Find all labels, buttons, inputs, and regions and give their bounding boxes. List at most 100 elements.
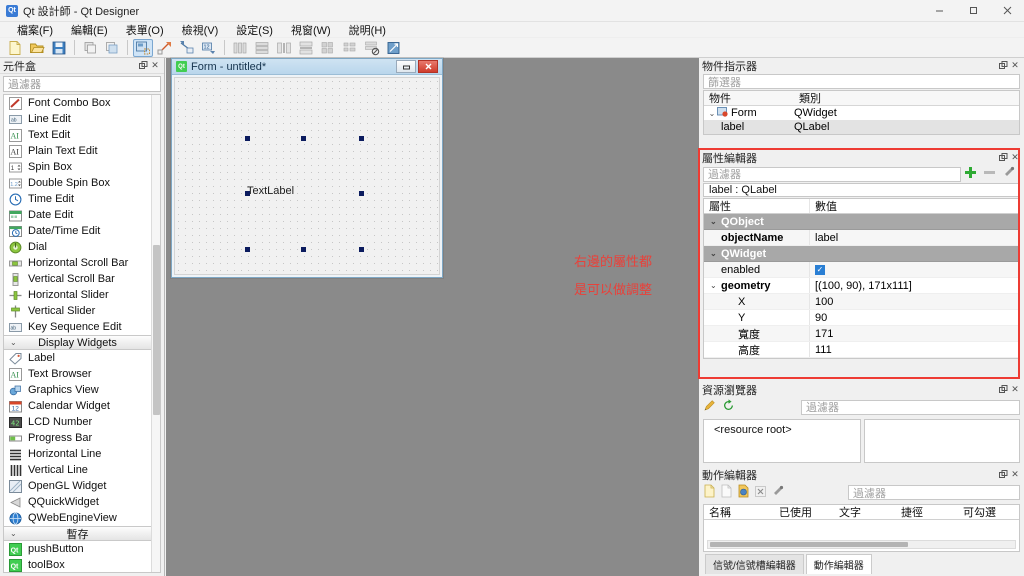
form-minimize-button[interactable] <box>396 60 416 73</box>
layout-splitter-vertical-icon[interactable] <box>296 39 316 57</box>
pencil-icon[interactable] <box>703 399 716 415</box>
widget-box-item[interactable]: AI Text Edit <box>4 127 151 143</box>
layout-grid-icon[interactable] <box>318 39 338 57</box>
float-icon[interactable] <box>997 152 1009 164</box>
open-form-icon[interactable] <box>27 39 47 57</box>
resize-handle-bottom-left[interactable] <box>245 247 250 252</box>
widget-box-item[interactable]: ab Key Sequence Edit <box>4 319 151 335</box>
resize-handle-top-center[interactable] <box>301 136 306 141</box>
resource-tree-pane[interactable]: <resource root> <box>703 419 861 463</box>
float-icon[interactable] <box>997 384 1009 396</box>
chevron-down-icon[interactable]: ⌄ <box>710 217 721 226</box>
plus-icon[interactable] <box>964 166 977 182</box>
property-row[interactable]: Y 90 <box>704 310 1019 326</box>
close-icon[interactable]: ✕ <box>1009 60 1021 72</box>
object-inspector-row[interactable]: ⌄ Form QWidget <box>704 106 1019 120</box>
widget-box-section-header[interactable]: ⌄ Display Widgets <box>4 335 151 350</box>
float-icon[interactable] <box>137 60 149 72</box>
form-title-bar[interactable]: Qt Form - untitled* <box>172 59 442 75</box>
property-row[interactable]: X 100 <box>704 294 1019 310</box>
property-row[interactable]: 高度 111 <box>704 342 1019 358</box>
widget-box-item[interactable]: Date/Time Edit <box>4 223 151 239</box>
widget-box-item[interactable]: AI Text Browser <box>4 366 151 382</box>
edit-action-icon[interactable] <box>771 485 784 501</box>
widget-box-scroll-thumb[interactable] <box>153 245 160 415</box>
action-editor-column-header[interactable]: 名稱 <box>704 505 774 519</box>
widget-box-item[interactable]: Qt toolBox <box>4 557 151 572</box>
property-group-row[interactable]: ⌄ QWidget <box>704 246 1019 262</box>
widget-box-item[interactable]: QQuickWidget <box>4 494 151 510</box>
form-close-button[interactable] <box>418 60 438 73</box>
save-form-icon[interactable] <box>49 39 69 57</box>
widget-box-scrollbar[interactable] <box>151 95 160 572</box>
menu-item-1[interactable]: 編輯(E) <box>62 21 117 39</box>
layout-horizontally-icon[interactable] <box>230 39 250 57</box>
enabled-checkbox[interactable]: ✓ <box>815 264 825 275</box>
menu-item-0[interactable]: 檔案(F) <box>8 21 62 39</box>
close-icon[interactable]: ✕ <box>149 60 161 72</box>
widget-box-item[interactable]: Vertical Slider <box>4 303 151 319</box>
redo-icon[interactable] <box>102 39 122 57</box>
resize-handle-bottom-center[interactable] <box>301 247 306 252</box>
widget-box-filter-input[interactable]: 過濾器 <box>3 76 161 92</box>
widget-box-item[interactable]: 1 Spin Box <box>4 159 151 175</box>
minus-icon[interactable] <box>983 166 996 182</box>
menu-item-4[interactable]: 設定(S) <box>227 21 282 39</box>
object-inspector-filter-input[interactable]: 篩選器 <box>703 74 1020 89</box>
action-editor-hscrollbar[interactable] <box>707 540 1016 549</box>
delete-action-icon[interactable] <box>754 485 767 501</box>
action-editor-hscroll-thumb[interactable] <box>710 542 908 547</box>
widget-box-item[interactable]: OpenGL Widget <box>4 478 151 494</box>
form-canvas-body[interactable]: TextLabel <box>174 77 440 275</box>
resize-handle-top-left[interactable] <box>245 136 250 141</box>
widget-box-item[interactable]: Vertical Scroll Bar <box>4 271 151 287</box>
resource-browser-filter-input[interactable]: 過濾器 <box>801 399 1020 415</box>
close-icon[interactable]: ✕ <box>1009 469 1021 481</box>
widget-box-item[interactable]: Vertical Line <box>4 462 151 478</box>
close-icon[interactable]: ✕ <box>1009 384 1021 396</box>
object-inspector-table[interactable]: 物件 類別 ⌄ Form QWidget label QLabel <box>703 90 1020 135</box>
action-editor-column-header[interactable]: 文字 <box>834 505 896 519</box>
widget-box-item[interactable]: Progress Bar <box>4 430 151 446</box>
widget-box-item[interactable]: Qt pushButton <box>4 541 151 557</box>
edit-buddies-icon[interactable] <box>177 39 197 57</box>
widget-box-item[interactable]: Horizontal Line <box>4 446 151 462</box>
property-row[interactable]: enabled ✓ <box>704 262 1019 278</box>
design-canvas[interactable]: Qt Form - untitled* TextLabel 右邊的屬性都 是可以… <box>166 58 699 576</box>
resource-root-item[interactable]: <resource root> <box>704 420 860 436</box>
property-group-row[interactable]: ⌄ QObject <box>704 214 1019 230</box>
widget-box-item[interactable]: ab Line Edit <box>4 111 151 127</box>
close-icon[interactable]: ✕ <box>1009 152 1021 164</box>
chevron-down-icon[interactable]: ⌄ <box>710 249 721 258</box>
widget-box-item[interactable]: 42 LCD Number <box>4 414 151 430</box>
widget-box-item[interactable]: Horizontal Slider <box>4 287 151 303</box>
form-textlabel[interactable]: TextLabel <box>247 185 294 197</box>
maximize-button[interactable] <box>956 0 990 22</box>
action-editor-table[interactable]: 名稱 已使用 文字 捷徑 可勾選 <box>703 504 1020 552</box>
resize-handle-top-right[interactable] <box>359 136 364 141</box>
float-icon[interactable] <box>997 60 1009 72</box>
resize-handle-middle-left[interactable] <box>245 191 250 196</box>
form-window[interactable]: Qt Form - untitled* TextLabel <box>171 58 443 278</box>
menu-item-6[interactable]: 說明(H) <box>340 21 395 39</box>
float-icon[interactable] <box>997 469 1009 481</box>
new-form-icon[interactable] <box>5 39 25 57</box>
action-editor-filter-input[interactable]: 過濾器 <box>848 485 1020 500</box>
property-editor-filter-input[interactable]: 過濾器 <box>703 166 961 182</box>
action-editor-column-header[interactable]: 可勾選 <box>958 505 1019 519</box>
property-editor-table[interactable]: 屬性 數值 ⌄ QObject objectName label ⌄ QWidget ena… <box>703 198 1020 359</box>
widget-box-item[interactable]: Time Edit <box>4 191 151 207</box>
menu-item-3[interactable]: 檢視(V) <box>173 21 228 39</box>
resize-handle-bottom-right[interactable] <box>359 247 364 252</box>
property-row[interactable]: objectName label <box>704 230 1019 246</box>
resize-handle-middle-right[interactable] <box>359 191 364 196</box>
dock-tab[interactable]: 動作編輯器 <box>805 554 872 574</box>
wrench-icon[interactable] <box>1002 166 1015 182</box>
new-action-icon[interactable] <box>703 484 716 501</box>
widget-box-item[interactable]: Horizontal Scroll Bar <box>4 255 151 271</box>
layout-splitter-horizontal-icon[interactable] <box>274 39 294 57</box>
reload-icon[interactable] <box>722 399 735 415</box>
widget-box-item[interactable]: Font Combo Box <box>4 95 151 111</box>
minimize-button[interactable] <box>922 0 956 22</box>
widget-box-item[interactable]: QWebEngineView <box>4 510 151 526</box>
